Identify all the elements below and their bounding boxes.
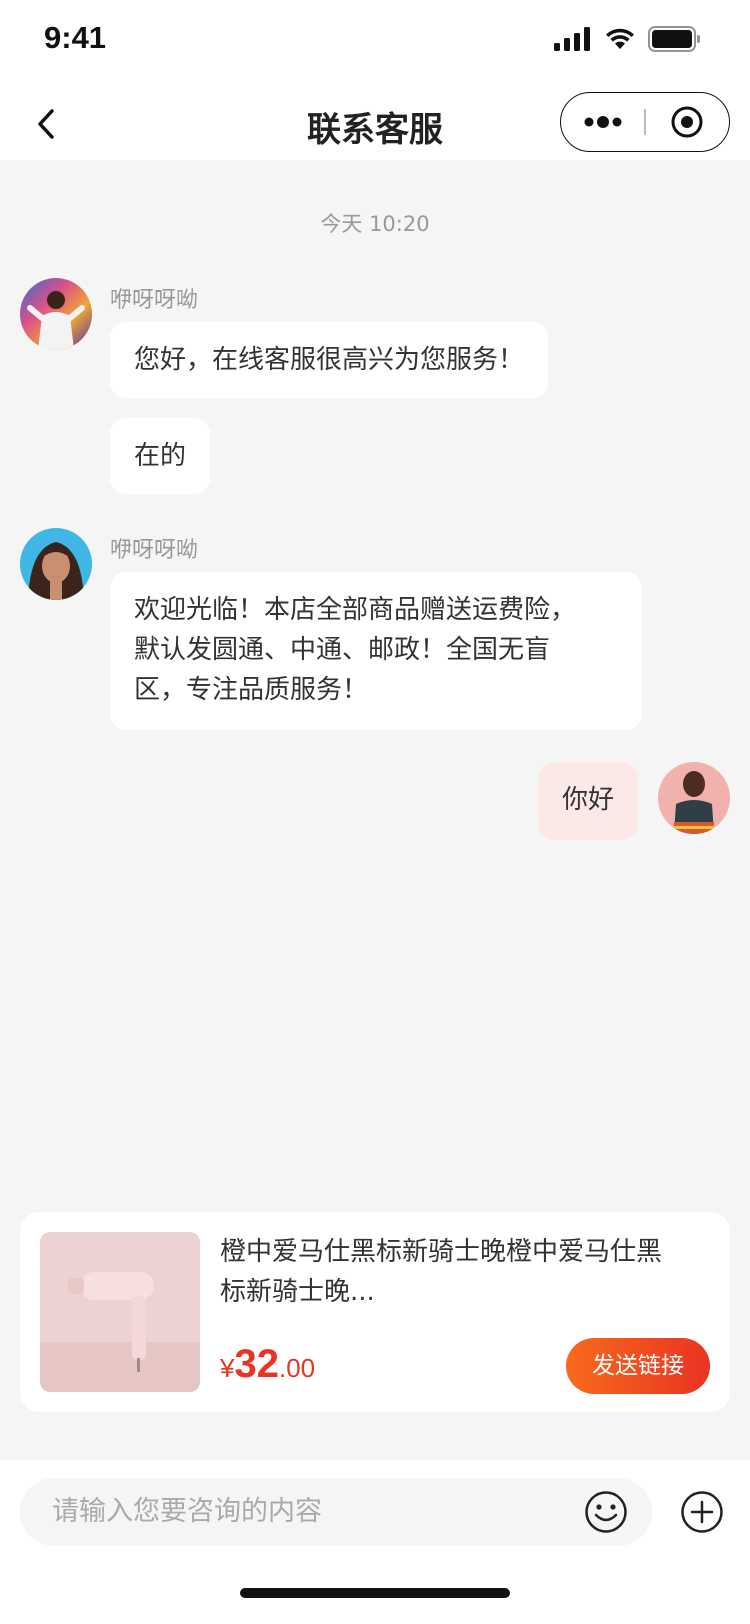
miniprogram-capsule bbox=[560, 92, 730, 152]
message-line: 欢迎光临！本店全部商品赠送运费险， bbox=[134, 595, 577, 625]
plus-circle-icon bbox=[681, 1491, 723, 1533]
message-input[interactable]: 请输入您要咨询的内容 bbox=[20, 1478, 652, 1546]
emoji-button[interactable] bbox=[584, 1490, 628, 1534]
sender-name: 咿呀呀呦 bbox=[110, 538, 199, 563]
price-integer: 32 bbox=[234, 1342, 279, 1386]
product-price: ¥32.00 bbox=[220, 1342, 315, 1387]
my-avatar[interactable] bbox=[658, 762, 730, 834]
nav-bar: 联系客服 bbox=[0, 88, 750, 160]
wifi-icon bbox=[606, 28, 634, 49]
smiley-icon bbox=[585, 1491, 627, 1533]
status-bar: 9:41 bbox=[0, 0, 750, 88]
status-icons bbox=[554, 26, 702, 52]
sender-name: 咿呀呀呦 bbox=[110, 288, 199, 313]
avatar[interactable] bbox=[20, 528, 92, 600]
plus-button[interactable] bbox=[680, 1490, 724, 1534]
battery-icon bbox=[648, 26, 700, 52]
message-line: 区，专注品质服务！ bbox=[134, 675, 369, 705]
message-bubble: 在的 bbox=[110, 418, 211, 494]
avatar[interactable] bbox=[20, 278, 92, 350]
product-image[interactable] bbox=[40, 1232, 200, 1392]
home-indicator bbox=[240, 1588, 510, 1598]
product-title-line: 橙中爱马仕黑标新骑士晚橙中爱马仕黑 bbox=[220, 1237, 663, 1267]
message-bubble: 欢迎光临！本店全部商品赠送运费险， 默认发圆通、中通、邮政！全国无盲 区，专注品… bbox=[110, 572, 642, 730]
product-title: 橙中爱马仕黑标新骑士晚橙中爱马仕黑 标新骑士晚... bbox=[220, 1232, 700, 1312]
status-time: 9:41 bbox=[44, 20, 107, 55]
my-message-bubble: 你好 bbox=[538, 762, 639, 840]
price-decimal: .00 bbox=[278, 1353, 316, 1383]
price-symbol: ¥ bbox=[220, 1353, 235, 1383]
target-close-icon bbox=[671, 106, 703, 138]
more-button[interactable] bbox=[561, 116, 644, 128]
more-dots-icon bbox=[584, 116, 622, 128]
input-bar: 请输入您要咨询的内容 bbox=[0, 1460, 750, 1624]
message-line: 默认发圆通、中通、邮政！全国无盲 bbox=[134, 635, 551, 665]
chat-timestamp: 今天 10:20 bbox=[320, 212, 430, 236]
message-bubble: 您好，在线客服很高兴为您服务！ bbox=[110, 322, 549, 398]
signal-icon bbox=[554, 27, 590, 51]
send-link-button[interactable]: 发送链接 bbox=[566, 1338, 710, 1394]
product-card[interactable]: 橙中爱马仕黑标新骑士晚橙中爱马仕黑 标新骑士晚... ¥32.00 发送链接 bbox=[20, 1212, 730, 1412]
close-button[interactable] bbox=[646, 105, 729, 139]
product-title-line: 标新骑士晚... bbox=[220, 1277, 375, 1307]
